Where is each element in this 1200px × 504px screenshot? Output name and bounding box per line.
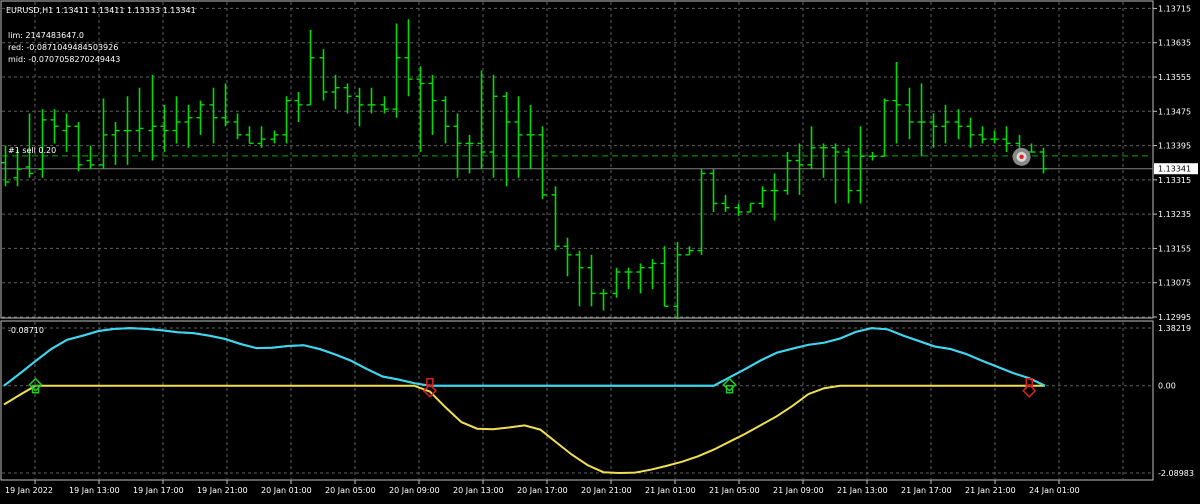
time-tick-label: 24 Jan 01:00 [1029,486,1080,495]
price-tick-label: 1.13075 [1158,279,1191,288]
time-tick-label: 20 Jan 17:00 [517,486,568,495]
info-line-lim: lim: 2147483647.0 [8,31,84,40]
time-tick-label: 20 Jan 13:00 [453,486,504,495]
price-tick-label: 1.13315 [1158,176,1191,185]
price-tick-label: 1.12995 [1158,313,1191,322]
time-tick-label: 21 Jan 17:00 [901,486,952,495]
time-tick-label: 19 Jan 13:00 [69,486,120,495]
trade-line-label: #1 sell 0.20 [8,146,56,155]
time-tick-label: 19 Jan 2022 [5,486,53,495]
indicator-top-value: -0.08710 [8,326,44,335]
time-tick-label: 21 Jan 01:00 [645,486,696,495]
time-tick-label: 20 Jan 01:00 [261,486,312,495]
symbol-header: EURUSD,H1 1.13411 1.13411 1.13333 1.1334… [6,6,196,15]
chart-background [0,0,1200,500]
time-tick-label: 20 Jan 09:00 [389,486,440,495]
time-tick-label: 19 Jan 21:00 [197,486,248,495]
time-tick-label: 21 Jan 09:00 [773,486,824,495]
chart-window[interactable]: EURUSD,H1 1.13411 1.13411 1.13333 1.1334… [0,0,1200,500]
time-tick-label: 20 Jan 05:00 [325,486,376,495]
time-tick-label: 19 Jan 17:00 [133,486,184,495]
chart-canvas[interactable]: EURUSD,H1 1.13411 1.13411 1.13333 1.1334… [0,0,1200,500]
price-tick-label: 1.13635 [1158,39,1191,48]
info-line-red: red: -0.0871049484503926 [8,43,118,52]
indicator-tick-label: -2.08983 [1158,469,1194,478]
current-price-value: 1.13341 [1158,165,1191,174]
current-price-badge: 1.13341 [1154,163,1198,175]
time-tick-label: 21 Jan 05:00 [709,486,760,495]
time-tick-label: 21 Jan 21:00 [965,486,1016,495]
price-tick-label: 1.13235 [1158,210,1191,219]
time-tick-label: 20 Jan 21:00 [581,486,632,495]
target-center [1019,154,1024,160]
indicator-tick-label: 1.38219 [1158,324,1191,333]
indicator-tick-label: 0.00 [1158,382,1176,391]
price-tick-label: 1.13475 [1158,107,1191,116]
target-icon[interactable] [1012,147,1031,166]
time-tick-label: 21 Jan 13:00 [837,486,888,495]
price-tick-label: 1.13395 [1158,142,1191,151]
info-line-mid: mid: -0.0707058270249443 [8,55,120,64]
price-tick-label: 1.13555 [1158,73,1191,82]
price-tick-label: 1.13155 [1158,244,1191,253]
price-tick-label: 1.13715 [1158,4,1191,13]
